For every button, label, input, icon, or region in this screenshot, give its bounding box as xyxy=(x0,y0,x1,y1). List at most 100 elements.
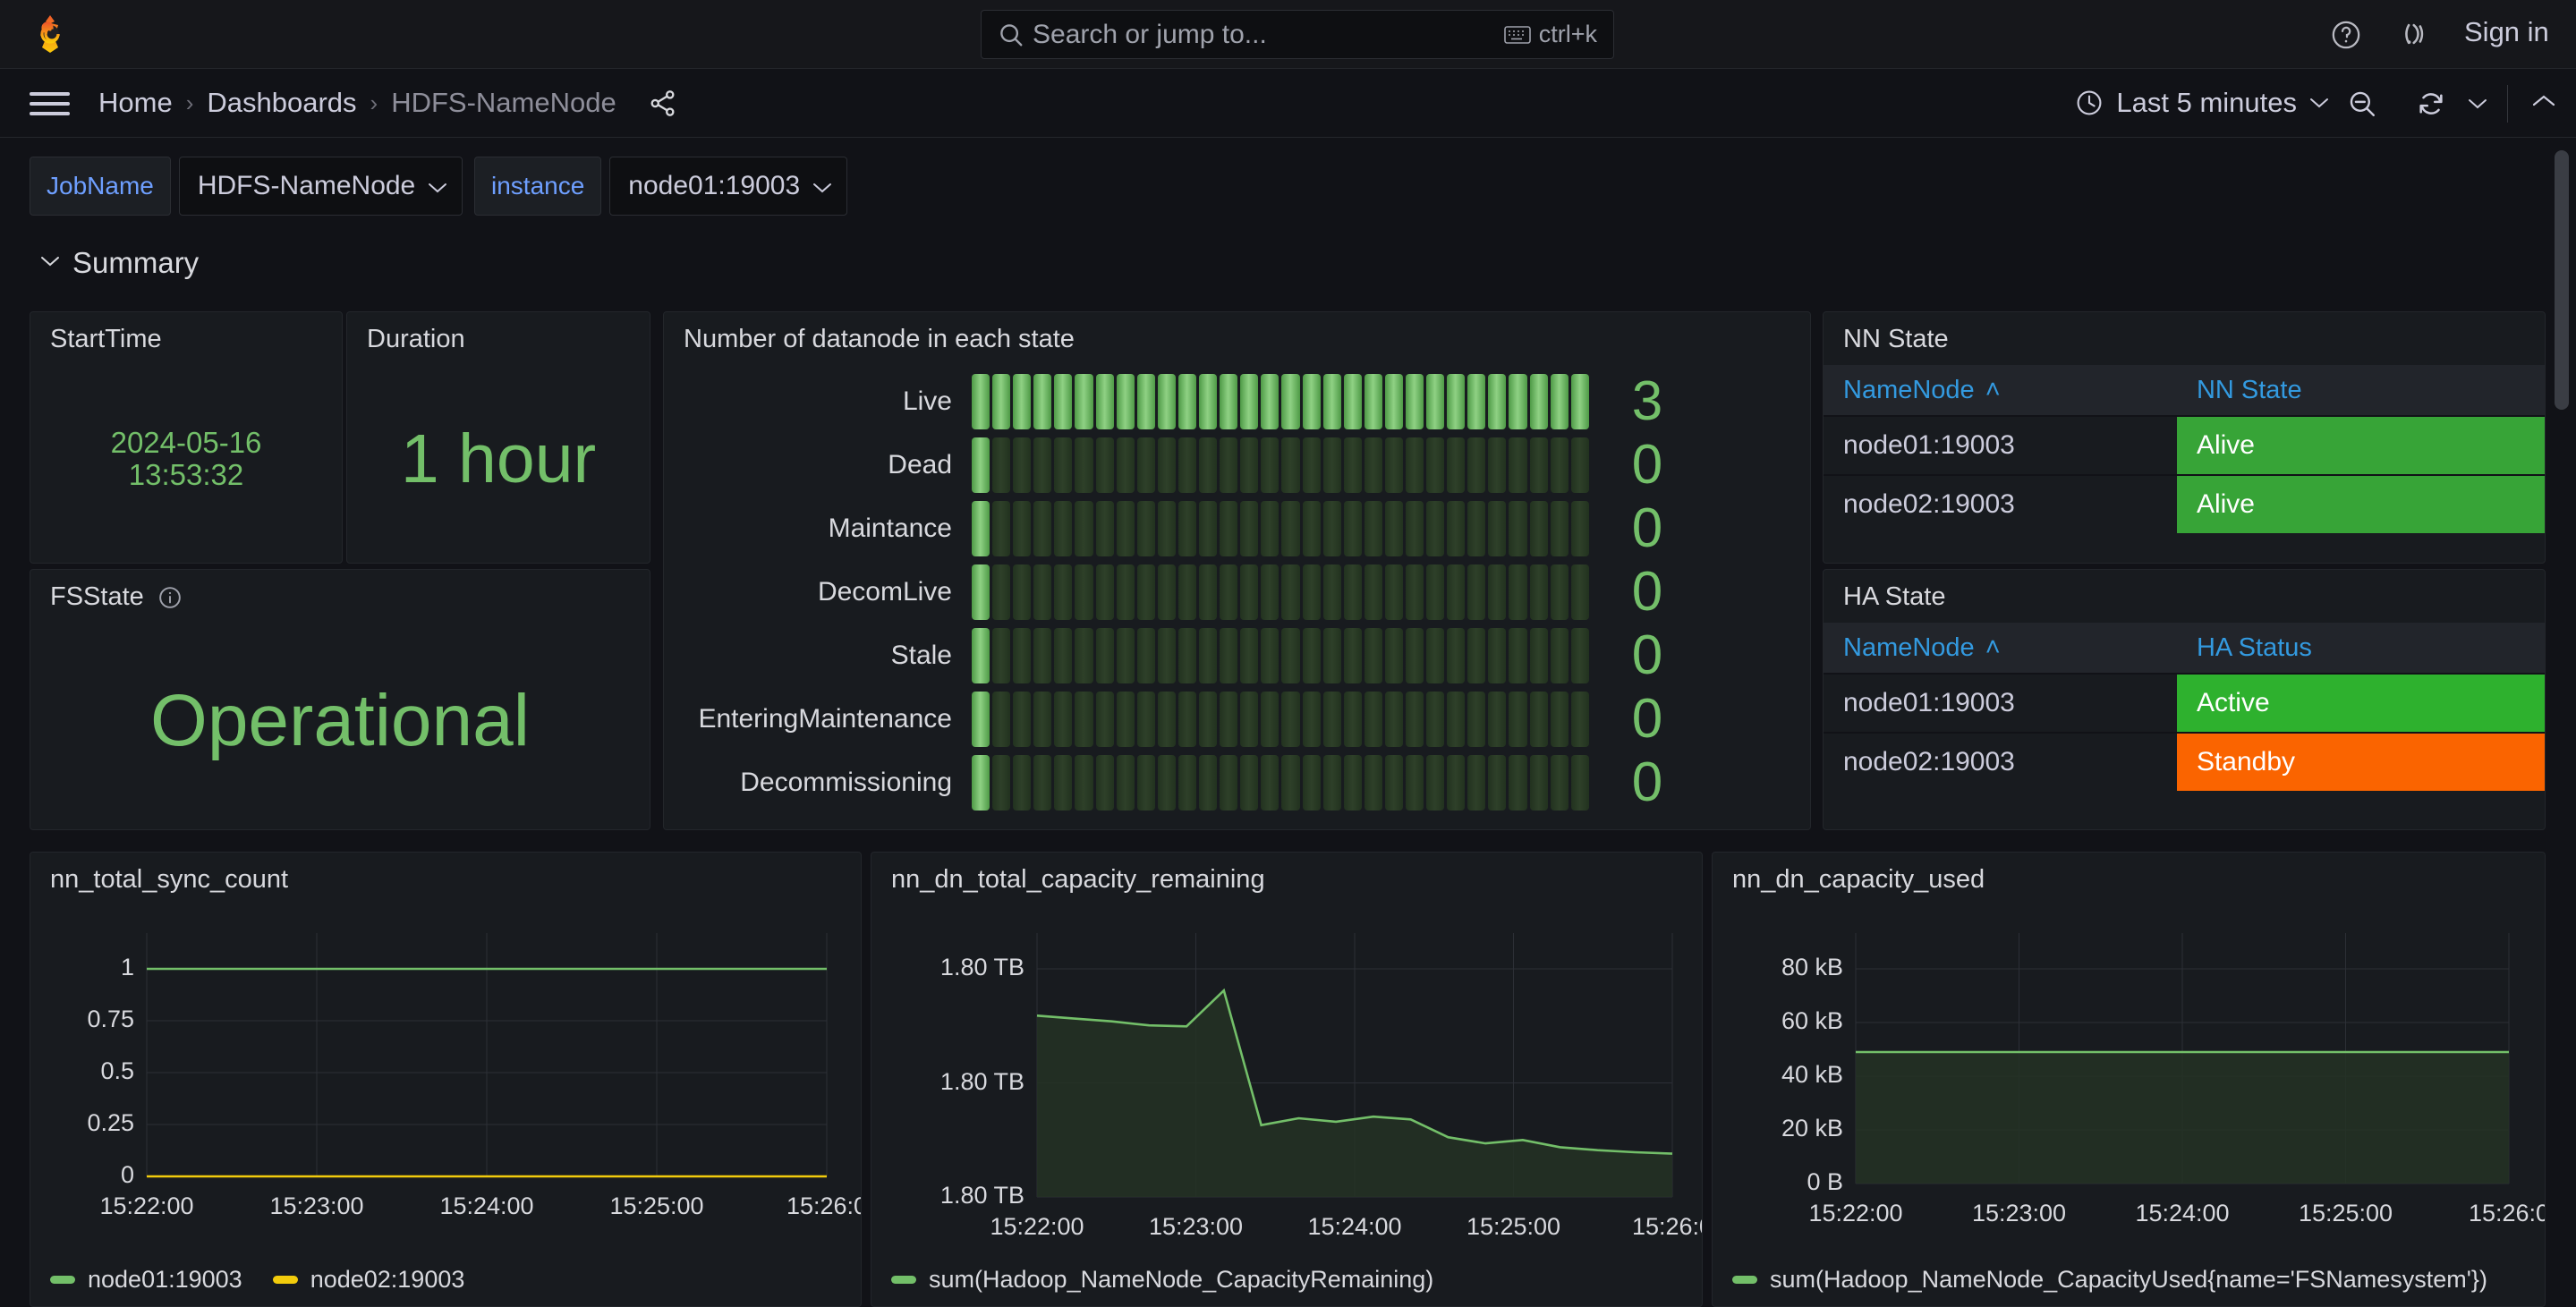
bargauge-cell xyxy=(1177,437,1197,493)
variable-jobname-select[interactable]: HDFS-NameNode xyxy=(178,157,463,216)
bargauge-cell xyxy=(1550,373,1569,429)
legend-color-swatch xyxy=(891,1276,916,1284)
bargauge-cell xyxy=(1157,373,1176,429)
refresh-dashboard-button[interactable] xyxy=(2416,89,2446,119)
legend-item[interactable]: node01:19003 xyxy=(50,1266,242,1294)
bargauge-cell xyxy=(1281,627,1300,683)
fsstate-value: Operational xyxy=(150,679,530,761)
news-rss-icon[interactable] xyxy=(2402,19,2433,49)
bargauge-cell xyxy=(1405,373,1424,429)
bargauge-cell xyxy=(1343,627,1362,683)
column-header-namenode[interactable]: NameNode ˄ xyxy=(1824,633,2177,663)
bargauge-row: Stale 0 xyxy=(664,624,1810,687)
chart-legend: sum(Hadoop_NameNode_CapacityRemaining) xyxy=(891,1266,1433,1294)
panel-fsstate-title: FSState xyxy=(30,570,650,612)
timeseries-chart-nn-total-sync-count[interactable]: 1 0.75 0.5 0.25 0 15:22:00 15:23:00 15:24:00 15:… xyxy=(30,853,861,1237)
x-axis-tick-label: 15:25:00 xyxy=(1466,1213,1561,1240)
panel-starttime-body: 2024-05-16 13:53:32 xyxy=(30,354,342,563)
bargauge-cell xyxy=(1240,500,1259,556)
bargauge-cell xyxy=(1488,564,1507,620)
bargauge-cell xyxy=(1343,754,1362,811)
bargauge-cell xyxy=(1322,500,1341,556)
bargauge-track xyxy=(972,373,1589,429)
bargauge-cell xyxy=(1136,437,1155,493)
grafana-logo[interactable] xyxy=(30,13,71,55)
timeseries-chart-nn-dn-total-capacity-remaining[interactable]: 1.80 TB 1.80 TB 1.80 TB 15:22:00 15:23:00 15:… xyxy=(871,853,1702,1240)
bargauge-cell xyxy=(1384,691,1403,747)
bargauge-cell xyxy=(1281,691,1300,747)
y-axis-tick-label: 1.80 TB xyxy=(939,954,1024,980)
bargauge-cell xyxy=(1095,754,1114,811)
legend-item[interactable]: sum(Hadoop_NameNode_CapacityUsed{name='F… xyxy=(1732,1266,2487,1294)
ha-state-rows: node01:19003 Active node02:19003 Standby xyxy=(1824,673,2545,791)
bargauge-cell xyxy=(972,373,990,429)
breadcrumb-item-home[interactable]: Home xyxy=(98,87,173,119)
bargauge-cell xyxy=(1199,754,1218,811)
bargauge-cell xyxy=(1240,373,1259,429)
starttime-time: 13:53:32 xyxy=(128,458,244,491)
search-input[interactable]: Search or jump to... ctrl+k xyxy=(981,10,1614,59)
timeseries-chart-nn-dn-capacity-used[interactable]: 80 kB 60 kB 40 kB 20 kB 0 B 15:22:00 15:23:00 1… xyxy=(1713,853,2545,1237)
clock-icon xyxy=(2075,89,2104,117)
bargauge-cell xyxy=(1054,691,1073,747)
bargauge-row: Maintance 0 xyxy=(664,496,1810,560)
bargauge-cell xyxy=(1302,754,1321,811)
bargauge-cell xyxy=(1136,754,1155,811)
bargauge-cell xyxy=(1529,564,1548,620)
panel-duration: Duration 1 hour xyxy=(346,311,650,564)
bargauge-cell xyxy=(1075,500,1093,556)
bargauge-cell xyxy=(1302,627,1321,683)
refresh-interval-chevron-icon[interactable] xyxy=(2468,98,2487,110)
bargauge-cell xyxy=(972,754,990,811)
bargauge-cell xyxy=(1550,564,1569,620)
bargauge-cell xyxy=(1075,627,1093,683)
legend-item[interactable]: node02:19003 xyxy=(272,1266,464,1294)
bargauge-cell xyxy=(1302,691,1321,747)
bargauge-cell xyxy=(1467,500,1486,556)
bargauge-cell xyxy=(1199,564,1218,620)
help-icon[interactable] xyxy=(2331,20,2361,50)
panel-nn-total-sync-count: nn_total_sync_count 1 0.75 0.5 0.25 0 15:22:0… xyxy=(30,852,862,1307)
bargauge-cell xyxy=(1509,627,1527,683)
x-axis-tick-label: 15:22:00 xyxy=(1808,1200,1903,1226)
bargauge-cell xyxy=(1136,691,1155,747)
collapse-toolbar-chevron-up-icon[interactable] xyxy=(2531,93,2556,109)
zoom-out-time-range-button[interactable] xyxy=(2347,89,2377,119)
bargauge-cell xyxy=(972,691,990,747)
bargauge-cell xyxy=(972,437,990,493)
menu-toggle-icon[interactable] xyxy=(30,92,70,115)
bargauge-cell xyxy=(1488,754,1507,811)
page-scrollbar[interactable] xyxy=(2555,150,2569,410)
info-icon[interactable] xyxy=(158,586,182,609)
bargauge-cell xyxy=(1033,564,1052,620)
bargauge-cell xyxy=(1570,564,1589,620)
bargauge-cell xyxy=(1384,437,1403,493)
bargauge-cell xyxy=(1281,373,1300,429)
bargauge-cell xyxy=(1177,691,1197,747)
column-header-nnstate[interactable]: NN State xyxy=(2177,376,2545,405)
bargauge-cell xyxy=(1261,373,1279,429)
variable-instance-select[interactable]: node01:19003 xyxy=(609,157,848,216)
column-header-hastatus[interactable]: HA Status xyxy=(2177,633,2545,663)
breadcrumb-item-dashboards[interactable]: Dashboards xyxy=(207,87,356,119)
bargauge-cell xyxy=(1364,564,1382,620)
panel-datanode-states: Number of datanode in each state Live 3 De… xyxy=(663,311,1811,830)
legend-color-swatch xyxy=(272,1276,298,1284)
bargauge-cell xyxy=(1075,691,1093,747)
bargauge-cell xyxy=(1054,754,1073,811)
bargauge-cell xyxy=(1240,627,1259,683)
bargauge-cell xyxy=(1033,691,1052,747)
sign-in-button[interactable]: Sign in xyxy=(2464,16,2549,48)
bargauge-track xyxy=(972,437,1589,493)
table-cell-namenode: node01:19003 xyxy=(1843,688,2015,717)
bargauge-cell xyxy=(1509,564,1527,620)
bargauge-cell xyxy=(1054,564,1073,620)
legend-item[interactable]: sum(Hadoop_NameNode_CapacityRemaining) xyxy=(891,1266,1433,1294)
time-range-picker[interactable]: Last 5 minutes xyxy=(2075,87,2329,119)
bargauge-cell xyxy=(1384,500,1403,556)
column-header-namenode[interactable]: NameNode ˄ xyxy=(1824,376,2177,405)
bargauge-cell xyxy=(1509,500,1527,556)
share-icon[interactable] xyxy=(648,89,677,118)
bargauge-cell xyxy=(1550,691,1569,747)
dashboard-row-summary[interactable]: Summary xyxy=(40,246,199,280)
